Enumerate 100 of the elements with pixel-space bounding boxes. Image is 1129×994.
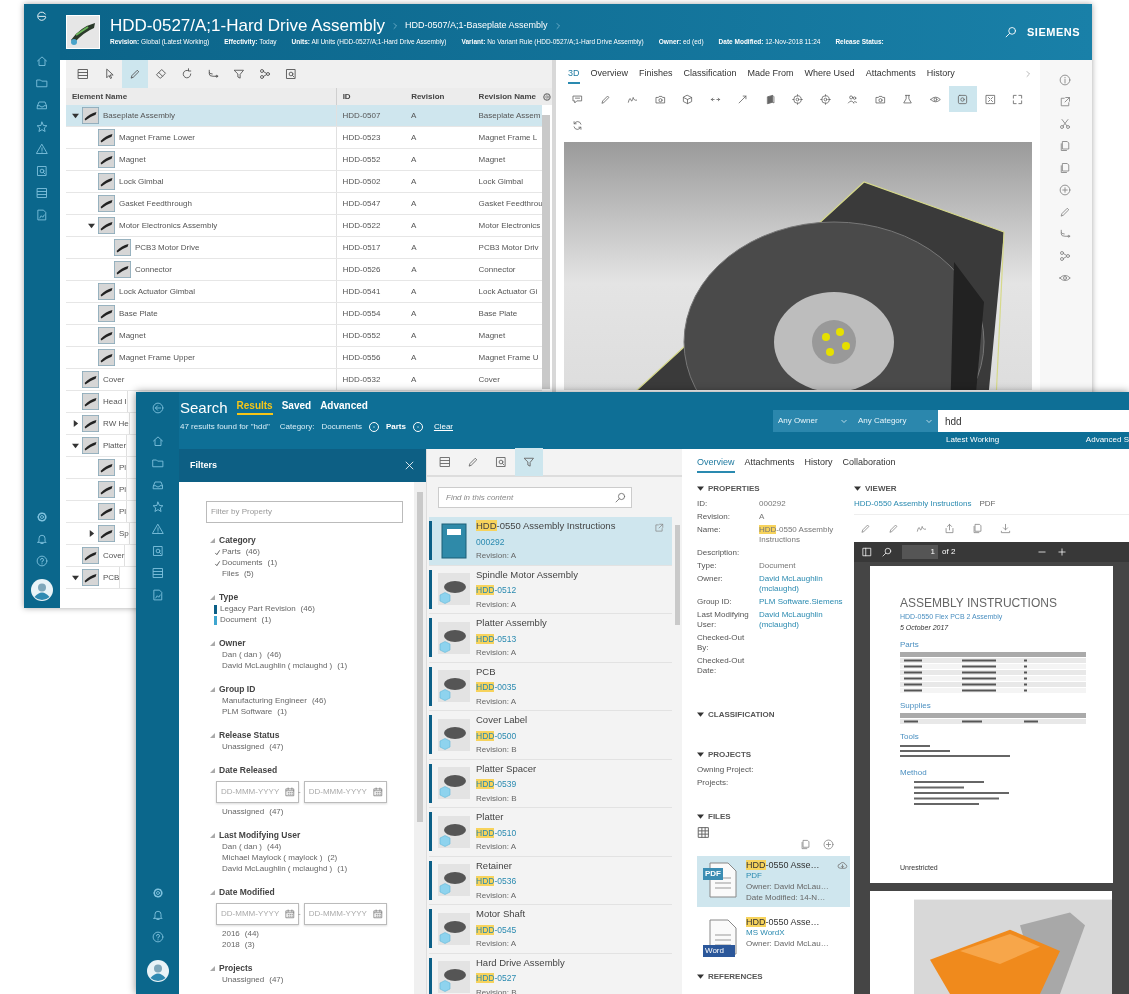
result-card[interactable]: Spindle Motor Assembly HDD-0512 Revision: A [429,565,672,614]
result-card[interactable]: Platter HDD-0510 Revision: A [429,808,672,857]
result-card[interactable]: Platter Spacer HDD-0539 Revision: B [429,759,672,808]
clear-link[interactable]: Clear [433,421,454,433]
filter-option[interactable]: Michael Maylock ( maylock ) (2) [222,852,338,864]
column-header[interactable]: Revision Name [472,88,543,105]
tree-row[interactable]: PCB3 Motor Drive HDD-0517 A PCB3 Motor Driv [66,237,542,259]
tab[interactable]: Attachments [744,455,795,473]
date-field[interactable]: DD-MMM-YYYY [303,902,387,925]
tree-row[interactable]: Pl [66,479,136,501]
property-label: Checked-Out Date: [697,656,746,676]
revision-rule-label[interactable]: Latest Working [946,434,1000,446]
tab[interactable]: Where Used [804,66,855,84]
filter-option[interactable]: David McLaughlin ( mclaughd ) (1) [222,863,348,875]
result-card[interactable]: Retainer HDD-0536 Revision: A [429,856,672,905]
property-link[interactable]: David McLaughlin (mclaughd) [759,574,854,594]
date-field[interactable]: DD-MMM-YYYY [303,780,387,803]
tab[interactable]: History [926,66,955,84]
filter-option[interactable]: PLM Software (1) [222,706,288,718]
result-card[interactable]: Motor Shaft HDD-0545 Revision: A [429,905,672,954]
file-owner: Owner: David McLau… [746,939,829,949]
property-link[interactable]: David McLaughlin (mclaughd) [759,610,854,630]
element-name: Cover [103,373,125,386]
tab[interactable]: Overview [697,455,735,473]
tab[interactable]: Made From [747,66,794,84]
filter-heading: Type [219,591,239,604]
date-field[interactable]: DD-MMM-YYYY [216,780,299,803]
filter-option[interactable]: Parts (46) [222,546,260,558]
file-type: PDF [746,871,763,881]
document-heading: ASSEMBLY INSTRUCTIONS [900,595,1058,612]
tab[interactable]: Classification [683,66,737,84]
tab[interactable]: Collaboration [842,455,896,473]
tab[interactable]: Advanced [320,401,368,415]
tab[interactable]: Saved [281,401,312,415]
tab[interactable]: History [804,455,833,473]
filter-option[interactable]: Unassigned (47) [222,974,284,986]
property-link[interactable]: PLM Software.Siemens [759,597,854,607]
tree-row[interactable]: RW He [66,413,136,435]
tree-row[interactable]: Connector HDD-0526 A Connector [66,259,542,281]
result-card[interactable]: PCB HDD-0035 Revision: A [429,662,672,711]
page-number-field[interactable]: 1 [902,545,938,559]
tab[interactable]: Overview [590,66,629,84]
filter-option[interactable]: Unassigned (47) [222,741,284,753]
table-cell: Lock Gimbal [478,176,523,186]
column-header[interactable]: Revision [405,88,473,105]
filter-field[interactable]: Filter by Property [206,500,403,523]
advanced-search-link[interactable]: Advanced S [1085,434,1129,446]
tree-row[interactable]: Cover HDD-0532 A Cover [66,369,542,391]
tree-row[interactable]: Base Plate HDD-0554 A Base Plate [66,303,542,325]
file-card[interactable]: Word HDD-0550 Asse… MS WordX Owner: David McLau… [697,913,850,959]
panel-title: Filters [190,458,217,472]
date-field[interactable]: DD-MMM-YYYY [216,902,299,925]
tree-row[interactable]: Cover [66,545,136,567]
filter-option[interactable]: Files (5) [222,568,254,580]
result-card[interactable]: Platter Assembly HDD-0513 Revision: A [429,614,672,663]
tree-row[interactable]: Pl [66,457,136,479]
result-card[interactable]: Hard Drive Assembly HDD-0527 Revision: B [429,953,672,994]
filter-option[interactable]: Dan ( dan ) (46) [222,649,282,661]
breadcrumb-link[interactable]: HDD-0507/A;1-Baseplate Assembly [404,18,548,33]
tree-row[interactable]: Gasket Feedthrough HDD-0547 A Gasket Feedthrou [66,193,542,215]
file-link[interactable]: HDD-0550 Assembly Instructions [854,498,972,510]
tree-row[interactable]: Baseplate Assembly HDD-0507 A Baseplate Assem [66,105,542,127]
column-header[interactable]: ID [336,88,406,105]
tree-row[interactable]: Magnet Frame Lower HDD-0523 A Magnet Frame L [66,127,542,149]
result-card[interactable]: Cover Label HDD-0500 Revision: B [429,711,672,760]
dropdown[interactable]: Any Category [853,410,938,432]
tab[interactable]: Results [236,401,273,415]
tree-row[interactable]: Head I [66,391,136,413]
tree-row[interactable]: Motor Electronics Assembly HDD-0522 A Motor Electronics [66,215,542,237]
filter-option[interactable]: Manufacturing Engineer (46) [222,695,327,707]
filter-option[interactable]: Legacy Part Revision (46) [220,603,315,615]
result-title: Platter [476,810,505,825]
tree-row[interactable]: Magnet Frame Upper HDD-0556 A Magnet Frame U [66,347,542,369]
tab[interactable]: Finishes [639,66,673,84]
tree-row[interactable]: Lock Actuator Gimbal HDD-0541 A Lock Actuator Gi [66,281,542,303]
file-card[interactable]: PDF HDD-0550 Asse… PDF Owner: David McLau… Date Modified: 14-N… [697,856,850,907]
filter-option[interactable]: Dan ( dan ) (44) [222,841,282,853]
filter-option[interactable]: David McLaughlin ( mclaughd ) (1) [222,660,348,672]
result-id: HDD-0510 [476,826,518,840]
find-field[interactable]: Find in this content [438,487,632,508]
tree-row[interactable]: Magnet HDD-0552 A Magnet [66,325,542,347]
dropdown[interactable]: Any Owner [773,410,853,432]
filter-option[interactable]: Document (1) [220,614,272,626]
filter-option[interactable]: 2016 (44) [222,928,260,940]
table-cell: PCB3 Motor Driv [478,242,539,252]
tree-row[interactable]: Sp [66,523,136,545]
tree-row[interactable]: PCB [66,567,136,589]
tree-row[interactable]: Platter [66,435,136,457]
filter-option[interactable]: Unassigned (47) [222,806,284,818]
tree-row[interactable]: Lock Gimbal HDD-0502 A Lock Gimbal [66,171,542,193]
filter-option[interactable]: Documents (1) [222,557,278,569]
tab[interactable]: 3D [568,66,580,84]
tree-row[interactable]: Magnet HDD-0552 A Magnet [66,149,542,171]
result-card[interactable]: HDD-0550 Assembly Instructions 000292 Revision: A [429,517,672,566]
search-field[interactable]: hdd [938,410,1129,432]
element-name: Sp [119,527,129,540]
tab[interactable]: Attachments [865,66,916,84]
filter-option[interactable]: 2018 (3) [222,939,255,951]
tree-row[interactable]: Pl [66,501,136,523]
table-cell: A [411,286,417,296]
